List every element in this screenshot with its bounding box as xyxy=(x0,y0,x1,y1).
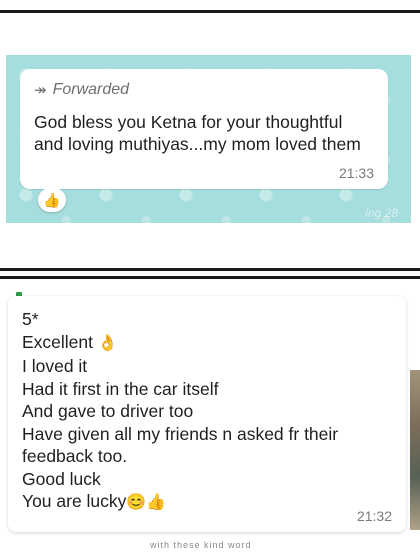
message-line: You are lucky xyxy=(22,491,127,511)
forwarded-header: ↠ Forwarded xyxy=(34,81,129,99)
wallpaper-watermark: ing 28 xyxy=(365,206,398,220)
middle-divider-bottom xyxy=(0,276,420,279)
message-line: Good luck xyxy=(22,468,101,489)
message-line-lucky: You are lucky😊👍 xyxy=(22,490,392,515)
message-text: God bless you Ketna for your thoughtful … xyxy=(34,112,361,154)
message-line: Had it first in the car itself xyxy=(22,378,219,399)
ok-hand-icon: 👌 xyxy=(97,334,118,352)
review-message-bubble[interactable]: 5* Excellent 👌 I loved it Had it first i… xyxy=(8,296,406,532)
forwarded-message-bubble[interactable]: ↠ Forwarded God bless you Ketna for your… xyxy=(20,69,388,189)
message-timestamp: 21:33 xyxy=(338,165,374,181)
background-photo-edge xyxy=(410,370,420,530)
message-line-excellent: Excellent 👌 xyxy=(22,331,392,356)
thumbs-up-reaction-icon[interactable]: 👍 xyxy=(38,188,66,212)
smile-thumbs-up-icon: 😊👍 xyxy=(126,494,167,511)
message-line: Excellent xyxy=(22,331,94,352)
message-line: I loved it xyxy=(22,356,88,376)
message-line: And gave to driver too xyxy=(22,401,194,421)
message-timestamp: 21:32 xyxy=(356,508,392,524)
middle-divider-top xyxy=(0,268,420,271)
forward-arrow-icon: ↠ xyxy=(34,82,47,99)
cropped-caption: with these kind word xyxy=(150,540,252,550)
message-line: feedback too. xyxy=(22,446,128,466)
review-message-text: 5* Excellent 👌 I loved it Had it first i… xyxy=(22,308,392,515)
message-line: Have given all my friends n asked fr the… xyxy=(22,423,339,444)
forwarded-label: Forwarded xyxy=(52,81,130,98)
message-line: 5* xyxy=(22,309,39,329)
